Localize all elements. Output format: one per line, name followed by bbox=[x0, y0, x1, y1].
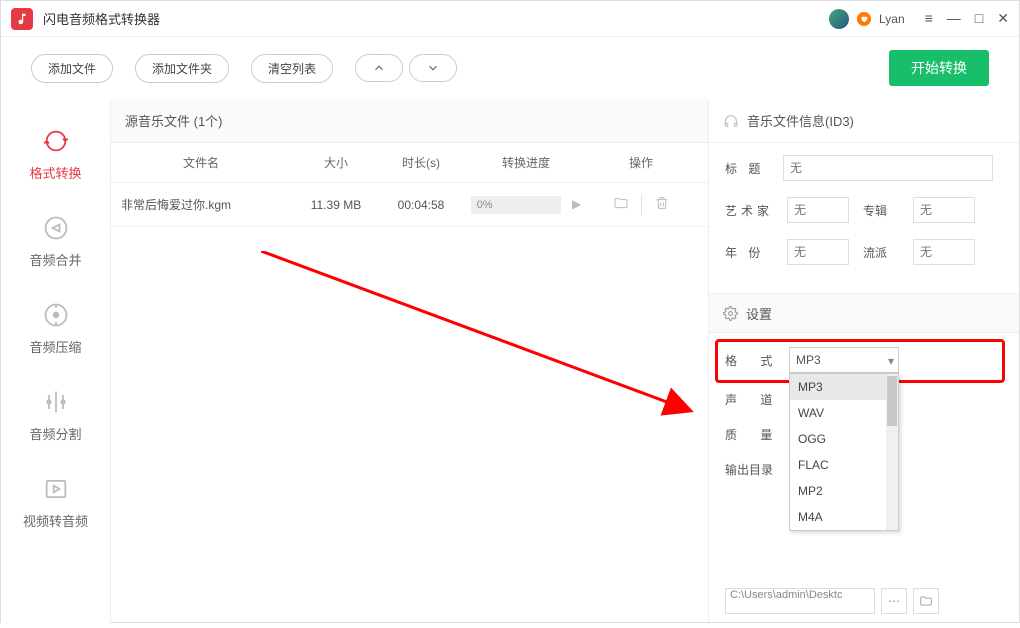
col-operations: 操作 bbox=[591, 154, 691, 171]
move-up-button[interactable] bbox=[355, 54, 403, 82]
sidebar-item-video-to-audio[interactable]: 视频转音频 bbox=[1, 461, 110, 548]
play-icon[interactable]: ▶ bbox=[572, 197, 581, 211]
sidebar-item-audio-split[interactable]: 音频分割 bbox=[1, 374, 110, 461]
close-icon[interactable]: ✕ bbox=[997, 10, 1009, 27]
right-panel: 音乐文件信息(ID3) 标 题 艺术家 专辑 年 份 流派 设置 bbox=[709, 99, 1019, 624]
dropdown-option[interactable]: MP3 bbox=[790, 374, 898, 400]
settings-heading: 设置 bbox=[709, 293, 1019, 333]
label-output: 输出目录 bbox=[725, 461, 789, 478]
label-album: 专辑 bbox=[863, 202, 899, 219]
label-artist: 艺术家 bbox=[725, 202, 773, 219]
avatar bbox=[829, 9, 849, 29]
minimize-icon[interactable]: — bbox=[947, 10, 961, 27]
cell-duration: 00:04:58 bbox=[381, 198, 461, 212]
label-year: 年 份 bbox=[725, 244, 773, 261]
dropdown-scrollbar[interactable] bbox=[886, 374, 898, 530]
format-select[interactable]: MP3 ▾ bbox=[789, 347, 899, 373]
file-list-panel: 源音乐文件 (1个) 文件名 大小 时长(s) 转换进度 操作 非常后悔爱过你.… bbox=[111, 99, 709, 624]
vip-badge-icon bbox=[857, 12, 871, 26]
headphones-icon bbox=[723, 113, 739, 129]
id3-heading: 音乐文件信息(ID3) bbox=[709, 99, 1019, 143]
col-progress: 转换进度 bbox=[461, 154, 591, 171]
format-dropdown: MP3 WAV OGG FLAC MP2 M4A bbox=[789, 373, 899, 531]
cell-progress: 0% ▶ bbox=[461, 196, 591, 214]
col-filename: 文件名 bbox=[111, 154, 291, 171]
dropdown-option[interactable]: M4A bbox=[790, 504, 898, 530]
label-quality: 质 量 bbox=[725, 426, 789, 443]
move-down-button[interactable] bbox=[409, 54, 457, 82]
chevron-down-icon: ▾ bbox=[888, 354, 894, 368]
add-file-button[interactable]: 添加文件 bbox=[31, 54, 113, 83]
file-list-heading: 源音乐文件 (1个) bbox=[111, 99, 708, 143]
artist-field[interactable] bbox=[787, 197, 849, 223]
col-size: 大小 bbox=[291, 154, 381, 171]
browse-folder-icon[interactable] bbox=[913, 588, 939, 614]
menu-icon[interactable]: ≡ bbox=[925, 10, 933, 27]
titlebar: 闪电音频格式转换器 Lyan ≡ — □ ✕ bbox=[1, 1, 1019, 37]
dropdown-option[interactable]: OGG bbox=[790, 426, 898, 452]
more-button[interactable]: ⋯ bbox=[881, 588, 907, 614]
sidebar-item-audio-merge[interactable]: 音频合并 bbox=[1, 200, 110, 287]
label-title: 标 题 bbox=[725, 160, 773, 177]
label-genre: 流派 bbox=[863, 244, 899, 261]
cell-size: 11.39 MB bbox=[291, 198, 381, 212]
gear-icon bbox=[723, 306, 738, 321]
username: Lyan bbox=[879, 12, 905, 26]
table-row[interactable]: 非常后悔爱过你.kgm 11.39 MB 00:04:58 0% ▶ bbox=[111, 183, 708, 227]
clear-list-button[interactable]: 清空列表 bbox=[251, 54, 333, 83]
label-channel: 声 道 bbox=[725, 391, 789, 408]
window-controls: ≡ — □ ✕ bbox=[925, 10, 1009, 27]
album-field[interactable] bbox=[913, 197, 975, 223]
dropdown-option[interactable]: FLAC bbox=[790, 452, 898, 478]
open-folder-icon[interactable] bbox=[613, 195, 629, 214]
col-duration: 时长(s) bbox=[381, 154, 461, 171]
user-area[interactable]: Lyan bbox=[829, 9, 905, 29]
app-title: 闪电音频格式转换器 bbox=[43, 9, 829, 28]
delete-icon[interactable] bbox=[654, 195, 670, 214]
file-list-header: 文件名 大小 时长(s) 转换进度 操作 bbox=[111, 143, 708, 183]
dropdown-option[interactable]: MP2 bbox=[790, 478, 898, 504]
cell-filename: 非常后悔爱过你.kgm bbox=[111, 196, 291, 213]
year-field[interactable] bbox=[787, 239, 849, 265]
sidebar-item-format-convert[interactable]: 格式转换 bbox=[1, 113, 110, 200]
sidebar: 格式转换 音频合并 音频压缩 音频分割 视频转音频 bbox=[1, 99, 111, 624]
start-convert-button[interactable]: 开始转换 bbox=[889, 50, 989, 86]
output-path-field[interactable]: C:\Users\admin\Desktc bbox=[725, 588, 875, 614]
maximize-icon[interactable]: □ bbox=[975, 10, 983, 27]
add-folder-button[interactable]: 添加文件夹 bbox=[135, 54, 229, 83]
dropdown-option[interactable]: WAV bbox=[790, 400, 898, 426]
cell-operations bbox=[591, 195, 691, 215]
app-logo bbox=[11, 8, 33, 30]
genre-field[interactable] bbox=[913, 239, 975, 265]
toolbar: 添加文件 添加文件夹 清空列表 开始转换 bbox=[1, 37, 1019, 99]
title-field[interactable] bbox=[783, 155, 993, 181]
sidebar-item-audio-compress[interactable]: 音频压缩 bbox=[1, 287, 110, 374]
label-format: 格 式 bbox=[725, 352, 789, 369]
